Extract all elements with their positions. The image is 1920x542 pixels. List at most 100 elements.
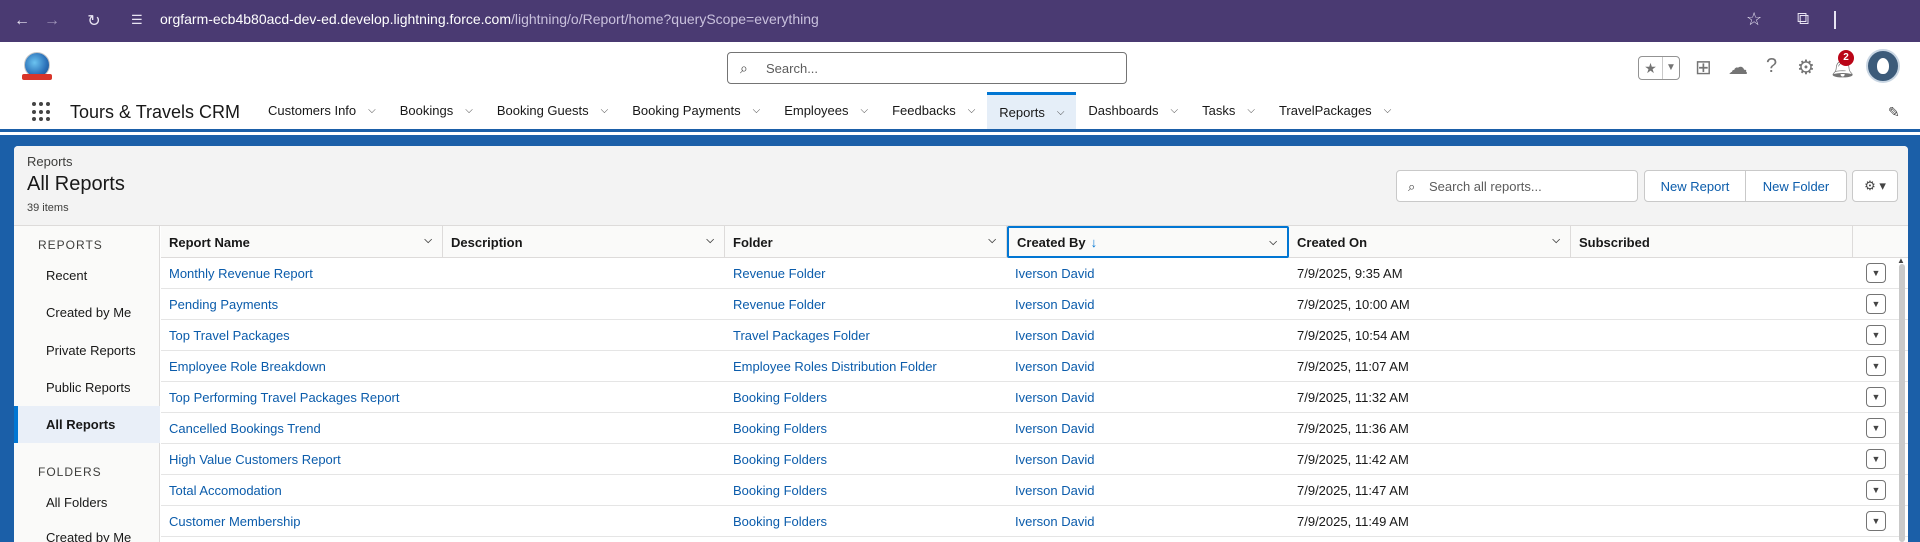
cell-report-name[interactable]: High Value Customers Report	[161, 444, 443, 474]
row-actions-dropdown-icon[interactable]: ▼	[1866, 511, 1886, 531]
sidebar-item-created-by-me[interactable]: Created by Me	[14, 294, 160, 331]
row-actions-dropdown-icon[interactable]: ▼	[1866, 418, 1886, 438]
extensions-icon[interactable]: ⧉	[1797, 9, 1809, 29]
favorite-star-icon[interactable]: ★	[1639, 57, 1663, 79]
chevron-down-icon[interactable]: ⌵	[1057, 107, 1065, 118]
cell-created-by[interactable]: Iverson David	[1007, 382, 1289, 412]
forward-icon[interactable]: →	[38, 7, 66, 35]
favorites-button[interactable]: ★ ▼	[1638, 56, 1680, 80]
cell-report-name[interactable]: Customer Membership	[161, 506, 443, 536]
cell-created-by[interactable]: Iverson David	[1007, 444, 1289, 474]
nav-tab-feedbacks[interactable]: Feedbacks ⌵	[880, 92, 987, 129]
sidebar-item-public-reports[interactable]: Public Reports	[14, 369, 160, 406]
nav-tab-bookings[interactable]: Bookings ⌵	[388, 92, 485, 129]
chevron-down-icon[interactable]: ⌵	[424, 235, 432, 246]
sidebar-item-all-folders[interactable]: All Folders	[14, 484, 160, 521]
sidebar-item-recent[interactable]: Recent	[14, 257, 160, 294]
address-bar[interactable]: orgfarm-ecb4b80acd-dev-ed.develop.lightn…	[160, 11, 819, 27]
new-report-button[interactable]: New Report	[1644, 170, 1746, 202]
chevron-down-icon[interactable]: ⌵	[601, 105, 609, 116]
row-actions-dropdown-icon[interactable]: ▼	[1866, 294, 1886, 314]
trailhead-icon[interactable]: ☁	[1728, 55, 1748, 80]
cell-report-name[interactable]: Pending Payments	[161, 289, 443, 319]
chevron-down-icon[interactable]: ⌵	[465, 105, 473, 116]
cell-report-name[interactable]: Monthly Revenue Report	[161, 258, 443, 288]
reload-icon[interactable]: ↻	[80, 7, 108, 35]
site-info-icon[interactable]: ☰	[131, 12, 149, 30]
help-icon[interactable]: ?	[1766, 55, 1777, 78]
row-actions-dropdown-icon[interactable]: ▼	[1866, 387, 1886, 407]
chevron-down-icon[interactable]: ⌵	[1171, 105, 1179, 116]
chevron-down-icon[interactable]: ⌵	[1247, 105, 1255, 116]
cell-folder[interactable]: Booking Folders	[725, 413, 1007, 443]
chevron-down-icon[interactable]: ⌵	[968, 105, 976, 116]
setup-gear-icon[interactable]: ⚙	[1797, 55, 1815, 80]
sidebar-item-private-reports[interactable]: Private Reports	[14, 332, 160, 369]
nav-tab-customers-info[interactable]: Customers Info ⌵	[256, 92, 388, 129]
new-folder-button[interactable]: New Folder	[1745, 170, 1847, 202]
global-actions-icon[interactable]: ⊞	[1695, 55, 1712, 80]
cell-folder[interactable]: Booking Folders	[725, 382, 1007, 412]
cell-description	[443, 320, 725, 350]
column-header-description[interactable]: Description ⌵	[443, 226, 725, 258]
bookmark-star-icon[interactable]: ☆	[1746, 9, 1762, 30]
avatar-face-icon	[1877, 58, 1889, 74]
row-actions-dropdown-icon[interactable]: ▼	[1866, 356, 1886, 376]
global-search-input[interactable]: ⌕ Search...	[727, 52, 1127, 84]
nav-tab-tasks[interactable]: Tasks ⌵	[1190, 92, 1267, 129]
cell-created-by[interactable]: Iverson David	[1007, 351, 1289, 381]
chevron-down-icon[interactable]: ⌵	[1269, 237, 1277, 248]
cell-report-name[interactable]: Top Travel Packages	[161, 320, 443, 350]
cell-report-name[interactable]: Top Performing Travel Packages Report	[161, 382, 443, 412]
cell-folder[interactable]: Employee Roles Distribution Folder	[725, 351, 1007, 381]
nav-tab-travelpackages[interactable]: TravelPackages ⌵	[1267, 92, 1403, 129]
row-actions-dropdown-icon[interactable]: ▼	[1866, 449, 1886, 469]
nav-tab-dashboards[interactable]: Dashboards ⌵	[1076, 92, 1190, 129]
reports-table: Report Name ⌵ Description ⌵ Folder ⌵ Create…	[161, 226, 1908, 542]
column-header-report-name[interactable]: Report Name ⌵	[161, 226, 443, 258]
cell-report-name[interactable]: Total Accomodation	[161, 475, 443, 505]
nav-tab-employees[interactable]: Employees ⌵	[772, 92, 880, 129]
cell-created-by[interactable]: Iverson David	[1007, 413, 1289, 443]
app-launcher-icon[interactable]	[32, 102, 52, 122]
cell-created-by[interactable]: Iverson David	[1007, 475, 1289, 505]
cell-folder[interactable]: Booking Folders	[725, 506, 1007, 536]
cell-report-name[interactable]: Cancelled Bookings Trend	[161, 413, 443, 443]
cell-folder[interactable]: Revenue Folder	[725, 289, 1007, 319]
row-actions-dropdown-icon[interactable]: ▼	[1866, 480, 1886, 500]
column-header-folder[interactable]: Folder ⌵	[725, 226, 1007, 258]
cell-created-by[interactable]: Iverson David	[1007, 320, 1289, 350]
sidebar-item-folders-created-by-me[interactable]: Created by Me	[14, 519, 160, 542]
nav-tab-reports[interactable]: Reports ⌵	[987, 92, 1077, 129]
chevron-down-icon[interactable]: ⌵	[1384, 105, 1392, 116]
row-actions-dropdown-icon[interactable]: ▼	[1866, 325, 1886, 345]
cell-created-by[interactable]: Iverson David	[1007, 506, 1289, 536]
chevron-down-icon[interactable]: ⌵	[706, 235, 714, 246]
chevron-down-icon[interactable]: ⌵	[1552, 235, 1560, 246]
row-actions-dropdown-icon[interactable]: ▼	[1866, 263, 1886, 283]
cell-folder[interactable]: Booking Folders	[725, 475, 1007, 505]
column-header-subscribed[interactable]: Subscribed	[1571, 226, 1853, 258]
favorites-caret-icon[interactable]: ▼	[1663, 57, 1679, 79]
chevron-down-icon[interactable]: ⌵	[988, 235, 996, 246]
chevron-down-icon[interactable]: ⌵	[861, 105, 869, 116]
edit-nav-pencil-icon[interactable]: ✎	[1888, 104, 1900, 121]
column-header-created-by[interactable]: Created By ↓ ⌵	[1007, 226, 1289, 258]
back-icon[interactable]: ←	[8, 7, 36, 35]
cell-folder[interactable]: Booking Folders	[725, 444, 1007, 474]
sidebar-item-all-reports[interactable]: All Reports	[14, 406, 160, 443]
column-header-created-on[interactable]: Created On ⌵	[1289, 226, 1571, 258]
table-scrollbar[interactable]	[1899, 264, 1905, 542]
user-avatar[interactable]	[1866, 49, 1900, 83]
cell-folder[interactable]: Revenue Folder	[725, 258, 1007, 288]
cell-created-by[interactable]: Iverson David	[1007, 289, 1289, 319]
nav-tab-booking-guests[interactable]: Booking Guests ⌵	[485, 92, 620, 129]
chevron-down-icon[interactable]: ⌵	[368, 105, 376, 116]
nav-tab-booking-payments[interactable]: Booking Payments ⌵	[620, 92, 772, 129]
cell-created-by[interactable]: Iverson David	[1007, 258, 1289, 288]
cell-folder[interactable]: Travel Packages Folder	[725, 320, 1007, 350]
cell-report-name[interactable]: Employee Role Breakdown	[161, 351, 443, 381]
search-reports-input[interactable]: ⌕ Search all reports...	[1396, 170, 1638, 202]
list-settings-button[interactable]: ⚙ ▾	[1852, 170, 1898, 202]
chevron-down-icon[interactable]: ⌵	[753, 105, 761, 116]
